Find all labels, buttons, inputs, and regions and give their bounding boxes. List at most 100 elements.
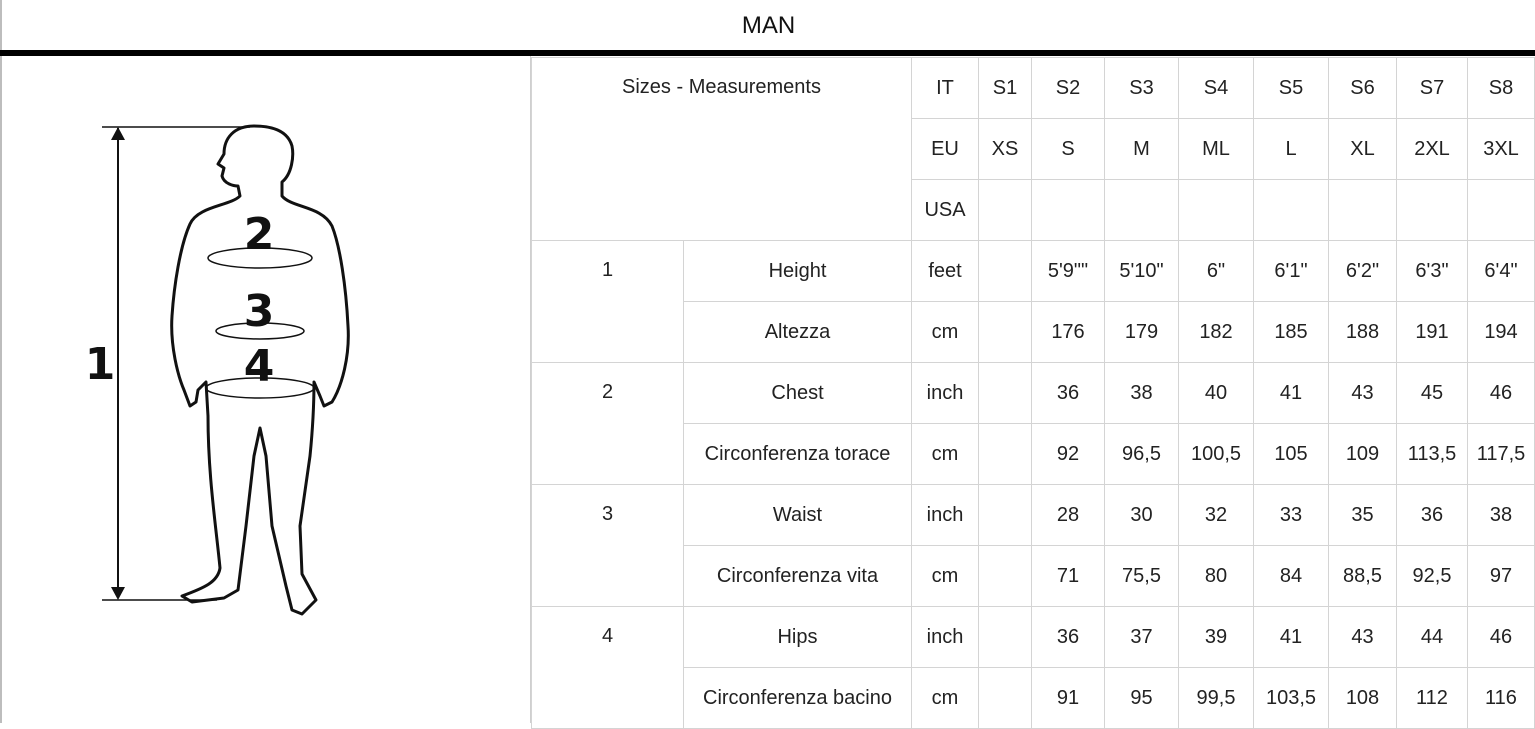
body-figure-panel: 1 2 3 4 (0, 56, 531, 723)
size-cell: ML (1178, 118, 1254, 180)
size-system-label: EU (911, 118, 979, 180)
measurement-value (978, 240, 1032, 302)
measurement-value: 6'4" (1467, 240, 1535, 302)
measurement-value: 112 (1396, 667, 1468, 729)
size-cell: S3 (1104, 57, 1179, 119)
size-cell (1178, 179, 1254, 241)
size-cell: S5 (1253, 57, 1329, 119)
measurement-value: 45 (1396, 362, 1468, 424)
measurement-value (978, 484, 1032, 546)
measurement-value: 191 (1396, 301, 1468, 363)
measurement-value: 41 (1253, 606, 1329, 668)
measurement-name: Circonferenza vita (683, 545, 912, 607)
size-cell: S6 (1328, 57, 1397, 119)
measurement-value: 35 (1328, 484, 1397, 546)
measurement-value: 38 (1104, 362, 1179, 424)
measurement-value: 103,5 (1253, 667, 1329, 729)
measurement-value: 75,5 (1104, 545, 1179, 607)
body-silhouette-figure: 1 2 3 4 (85, 124, 350, 616)
measurement-name: Height (683, 240, 912, 302)
figure-label-1: 1 (85, 339, 116, 390)
measurement-number: 2 (531, 362, 684, 485)
size-cell (978, 179, 1032, 241)
measurement-unit: inch (911, 606, 979, 668)
measurement-value: 96,5 (1104, 423, 1179, 485)
measurement-value: 92 (1031, 423, 1105, 485)
size-cell: S4 (1178, 57, 1254, 119)
measurement-value: 44 (1396, 606, 1468, 668)
measurement-number: 4 (531, 606, 684, 729)
title-bar: MAN (0, 0, 1535, 50)
measurement-value: 5'10" (1104, 240, 1179, 302)
size-cell (1396, 179, 1468, 241)
measurement-value (978, 362, 1032, 424)
measurement-name: Hips (683, 606, 912, 668)
measurement-value: 113,5 (1396, 423, 1468, 485)
size-cell: S7 (1396, 57, 1468, 119)
sizes-measurements-header: Sizes - Measurements (531, 57, 912, 241)
measurement-value: 182 (1178, 301, 1254, 363)
size-cell: S8 (1467, 57, 1535, 119)
measurement-value: 71 (1031, 545, 1105, 607)
measurement-unit: cm (911, 545, 979, 607)
measurement-name: Chest (683, 362, 912, 424)
measurement-row: 1 Height feet 5'9"" 5'10" 6" 6'1" 6'2" 6'3" 6'4" (531, 240, 1535, 363)
measurement-value: 194 (1467, 301, 1535, 363)
measurement-unit: inch (911, 484, 979, 546)
size-chart-body: Sizes - Measurements IT S1 S2 S3 S4 S5 S… (531, 57, 1535, 729)
measurement-value: 40 (1178, 362, 1254, 424)
measurement-value: 176 (1031, 301, 1105, 363)
size-cell: 2XL (1396, 118, 1468, 180)
measurement-value: 46 (1467, 362, 1535, 424)
measurement-value: 99,5 (1178, 667, 1254, 729)
measurement-value: 36 (1031, 606, 1105, 668)
measurement-unit: cm (911, 667, 979, 729)
measurement-value: 117,5 (1467, 423, 1535, 485)
size-cell: S2 (1031, 57, 1105, 119)
measurement-value: 108 (1328, 667, 1397, 729)
measurement-value: 185 (1253, 301, 1329, 363)
page-title: MAN (741, 12, 796, 39)
size-cell (1328, 179, 1397, 241)
size-cell (1253, 179, 1329, 241)
measurement-value: 41 (1253, 362, 1329, 424)
measurement-row: 3 Waist inch 28 30 32 33 35 36 38 (531, 484, 1535, 607)
measurement-number: 1 (531, 240, 684, 363)
measurement-value (978, 423, 1032, 485)
measurement-value: 105 (1253, 423, 1329, 485)
size-cell (1104, 179, 1179, 241)
measurement-value: 179 (1104, 301, 1179, 363)
measurement-value: 39 (1178, 606, 1254, 668)
measurement-value: 95 (1104, 667, 1179, 729)
figure-label-3: 3 (244, 286, 275, 337)
measurement-unit: feet (911, 240, 979, 302)
measurement-number: 3 (531, 484, 684, 607)
size-system-label: USA (911, 179, 979, 241)
measurement-value: 46 (1467, 606, 1535, 668)
measurement-name: Circonferenza bacino (683, 667, 912, 729)
measurement-row: 2 Chest inch 36 38 40 41 43 45 46 (531, 362, 1535, 485)
measurement-value: 37 (1104, 606, 1179, 668)
figure-label-2: 2 (244, 209, 275, 260)
measurement-value: 91 (1031, 667, 1105, 729)
measurement-value: 80 (1178, 545, 1254, 607)
measurement-value: 43 (1328, 606, 1397, 668)
measurement-value: 116 (1467, 667, 1535, 729)
size-cell: XL (1328, 118, 1397, 180)
measurement-value: 43 (1328, 362, 1397, 424)
measurement-unit: cm (911, 301, 979, 363)
size-cell (1467, 179, 1535, 241)
measurement-value (978, 606, 1032, 668)
measurement-name: Waist (683, 484, 912, 546)
size-cell: L (1253, 118, 1329, 180)
measurement-value: 100,5 (1178, 423, 1254, 485)
measurement-value: 38 (1467, 484, 1535, 546)
measurement-unit: inch (911, 362, 979, 424)
measurement-value: 6'3" (1396, 240, 1468, 302)
measurement-value: 88,5 (1328, 545, 1397, 607)
measurement-value: 188 (1328, 301, 1397, 363)
size-row-it: Sizes - Measurements IT S1 S2 S3 S4 S5 S… (531, 57, 1535, 241)
measurement-value (978, 667, 1032, 729)
measurement-value: 97 (1467, 545, 1535, 607)
measurement-value: 28 (1031, 484, 1105, 546)
